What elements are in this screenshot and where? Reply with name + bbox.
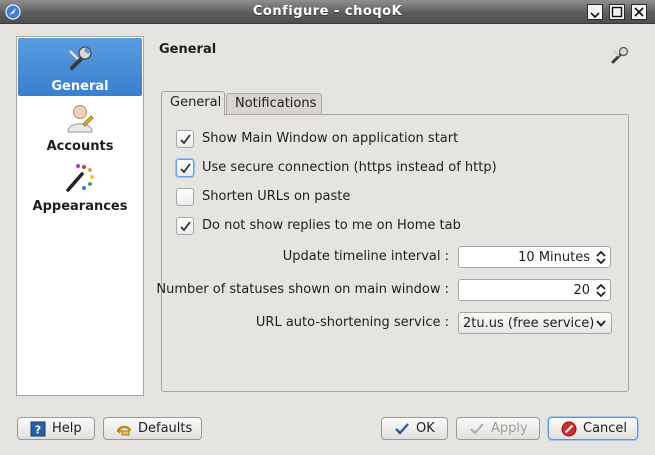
timeline-interval-label: Update timeline interval : [282,249,449,264]
sidebar-item-label: Accounts [46,139,114,154]
spinbox-value: 10 Minutes [518,250,590,265]
tab-general[interactable]: General [161,91,225,116]
close-icon [634,7,644,17]
checkmark-icon [180,134,191,145]
statuses-count-spinbox[interactable]: 20 [458,279,611,301]
timeline-interval-spinbox[interactable]: 10 Minutes [458,246,611,268]
statuses-count-label: Number of statuses shown on main window … [156,282,449,297]
defaults-button[interactable]: Defaults [103,417,202,440]
checkbox-label: Shorten URLs on paste [202,189,351,204]
tab-label: Notifications [235,96,317,111]
reset-icon [116,425,132,436]
tab-notifications[interactable]: Notifications [226,93,322,114]
checkmark-icon [395,423,409,435]
checkmark-icon [180,163,191,174]
category-sidebar: General Accounts Appearances [16,36,144,396]
maximize-icon [611,6,623,18]
user-icon [67,105,94,133]
sidebar-item-appearances[interactable]: Appearances [18,158,142,216]
spin-arrows-icon[interactable] [595,283,607,298]
help-button[interactable]: ? Help [17,417,95,440]
apply-button[interactable]: Apply [456,417,540,440]
shortening-service-label: URL auto-shortening service : [255,315,449,330]
chevron-down-icon [596,320,606,327]
cancel-icon [561,421,577,437]
checkbox-label: Do not show replies to me on Home tab [202,218,461,233]
cancel-button[interactable]: Cancel [548,417,638,440]
button-label: Apply [491,421,528,436]
page-title: General [159,42,217,57]
sidebar-item-label: Appearances [32,199,128,214]
sidebar-item-accounts[interactable]: Accounts [18,98,142,156]
sidebar-item-label: General [51,79,109,94]
shortening-service-select[interactable]: 2tu.us (free service) [458,312,612,334]
button-label: Defaults [138,421,193,436]
minimize-button[interactable] [587,4,603,20]
select-value: 2tu.us (free service) [463,316,595,331]
close-button[interactable] [631,4,647,20]
sidebar-item-general[interactable]: General [18,38,142,96]
checkbox-label: Use secure connection (https instead of … [202,160,497,175]
ok-button[interactable]: OK [381,417,448,440]
checkbox-box[interactable] [176,159,194,177]
checkbox-box[interactable] [176,217,194,235]
checkbox-label: Show Main Window on application start [202,131,459,146]
button-label: OK [416,421,435,436]
checkbox-box[interactable] [176,188,194,206]
help-icon: ? [30,421,46,437]
button-label: Cancel [583,421,628,436]
spinbox-value: 20 [573,283,590,298]
title-bar[interactable]: Configure - choqoK [0,0,655,24]
svg-text:?: ? [35,424,41,437]
checkmark-icon [180,221,191,232]
wrench-icon [611,46,629,64]
maximize-button[interactable] [609,4,625,20]
checkmark-icon [470,423,484,435]
minimize-icon [590,12,600,19]
wrench-icon [69,46,92,70]
checkbox-box[interactable] [176,130,194,148]
button-label: Help [52,421,82,436]
spin-arrows-icon[interactable] [595,250,607,265]
tab-label: General [170,95,222,110]
paint-icon [66,164,94,192]
window-title: Configure - choqoK [252,4,403,19]
